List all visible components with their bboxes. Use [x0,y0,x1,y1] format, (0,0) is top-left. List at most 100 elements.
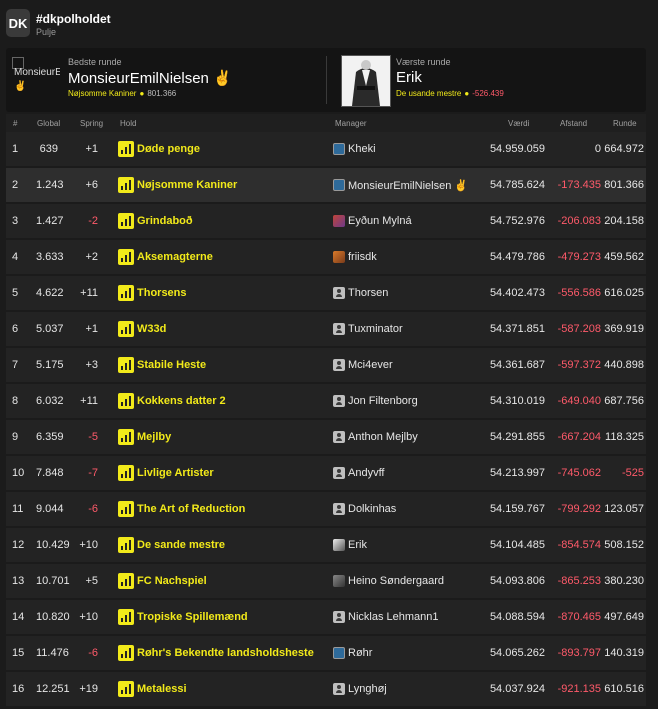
card-divider [326,56,327,104]
rank-change: +5 [85,575,98,587]
worst-round-manager[interactable]: Erik [396,69,422,86]
table-row[interactable]: 1 639 +1 Døde penge Kheki 54.959.059 0 664.972 [6,132,646,166]
manager-name[interactable]: Nicklas Lehmann1 [348,611,439,623]
team-name[interactable]: Stabile Heste [137,359,206,371]
manager-avatar-icon [333,503,345,515]
team-name[interactable]: Døde penge [137,143,200,155]
team-name[interactable]: Tropiske Spillemænd [137,611,248,623]
worst-round-card[interactable]: Værste runde Erik De usande mestre ● -526.… [329,48,646,112]
team-name[interactable]: Nøjsomme Kaniner [137,179,237,191]
manager-avatar-icon [333,683,345,695]
table-row[interactable]: 2 1.243 +6 Nøjsomme Kaniner MonsieurEmilNiel… [6,168,646,202]
team-name[interactable]: Grindaboð [137,215,193,227]
global-rank: 6.359 [36,431,64,443]
col-spring[interactable]: Spring [80,119,103,128]
table-row[interactable]: 11 9.044 -6 The Art of Reduction Dolkinhas 54… [6,492,646,526]
table-row[interactable]: 5 4.622 +11 Thorsens Thorsen 54.402.473 -556.5… [6,276,646,310]
table-row[interactable]: 6 5.037 +1 W33d Tuxminator 54.371.851 -587.208… [6,312,646,346]
best-round-team[interactable]: Nøjsomme Kaniner [68,89,136,98]
manager-name[interactable]: Andyvff [348,467,385,479]
table-row[interactable]: 10 7.848 -7 Livlige Artister Andyvff 54.213.9… [6,456,646,490]
manager-avatar-icon [333,287,345,299]
col-distance[interactable]: Afstand [560,119,587,128]
col-team[interactable]: Hold [120,119,136,128]
manager-name[interactable]: Mci4ever [348,359,393,371]
worst-round-team[interactable]: De usande mestre [396,89,461,98]
team-name[interactable]: FC Nachspiel [137,575,207,587]
team-name[interactable]: The Art of Reduction [137,503,245,515]
best-round-manager[interactable]: MonsieurEmilNielsen ✌ [68,69,232,87]
table-row[interactable]: 16 12.251 +19 Metalessi Lynghøj 54.037.924 -92… [6,672,646,706]
team-name[interactable]: De sande mestre [137,539,225,551]
team-value: 54.959.059 [489,143,545,155]
table-row[interactable]: 13 10.701 +5 FC Nachspiel Heino Søndergaard 5… [6,564,646,598]
team-name[interactable]: Røhr's Bekendte landsholdsheste [137,647,314,659]
best-round-avatar: MonsieurE ✌ [12,57,60,105]
table-row[interactable]: 9 6.359 -5 Mejlby Anthon Mejlby 54.291.855 -66… [6,420,646,454]
col-value[interactable]: Værdi [508,119,529,128]
manager-name[interactable]: Røhr [348,647,372,659]
round-highlights: MonsieurE ✌ Bedste runde MonsieurEmilNie… [6,48,646,112]
manager-name[interactable]: Heino Søndergaard [348,575,444,587]
col-round[interactable]: Runde [613,119,637,128]
team-value: 54.479.786 [489,251,545,263]
table-row[interactable]: 8 6.032 +11 Kokkens datter 2 Jon Filtenborg 5… [6,384,646,418]
rank-change: -5 [88,431,98,443]
distance: -587.208 [557,323,601,335]
col-global[interactable]: Global [37,119,60,128]
profile-photo-icon [342,56,390,106]
team-value: 54.213.997 [489,467,545,479]
table-row[interactable]: 14 10.820 +10 Tropiske Spillemænd Nicklas Le… [6,600,646,634]
manager-name[interactable]: friisdk [348,251,377,263]
manager-avatar-icon [333,359,345,371]
global-rank: 639 [39,143,58,155]
table-row[interactable]: 12 10.429 +10 De sande mestre Erik 54.104.485… [6,528,646,562]
victory-hand-icon: ✌ [14,81,27,92]
table-row[interactable]: 4 3.633 +2 Aksemagterne friisdk 54.479.786 -47… [6,240,646,274]
manager-name[interactable]: Erik [348,539,367,551]
distance: -870.465 [557,611,601,623]
manager-name[interactable]: MonsieurEmilNielsen ✌ [348,179,468,192]
rank: 3 [12,215,19,227]
team-name[interactable]: W33d [137,323,166,335]
rank-change: +10 [79,539,98,551]
best-round-card[interactable]: MonsieurE ✌ Bedste runde MonsieurEmilNie… [6,48,324,112]
manager-name[interactable]: Jon Filtenborg [348,395,418,407]
rank: 12 [12,539,25,551]
team-name[interactable]: Livlige Artister [137,467,214,479]
manager-name[interactable]: Kheki [348,143,376,155]
manager-avatar-icon [333,215,345,227]
team-chart-icon [118,429,134,445]
league-badge[interactable]: DK [6,9,30,37]
manager-name[interactable]: Thorsen [348,287,388,299]
distance: -206.083 [557,215,601,227]
manager-name[interactable]: Anthon Mejlby [348,431,418,443]
table-row[interactable]: 3 1.427 -2 Grindaboð Eyðun Mylná 54.752.976 -2… [6,204,646,238]
round-points: 369.919 [604,323,644,335]
rank: 7 [12,359,19,371]
manager-avatar-icon [333,575,345,587]
col-manager[interactable]: Manager [335,119,367,128]
manager-name[interactable]: Lynghøj [348,683,387,695]
col-rank[interactable]: # [13,119,17,128]
team-name[interactable]: Kokkens datter 2 [137,395,226,407]
global-rank: 1.427 [36,215,64,227]
manager-avatar-icon [333,143,345,155]
table-row[interactable]: 7 5.175 +3 Stabile Heste Mci4ever 54.361.687-… [6,348,646,382]
team-name[interactable]: Mejlby [137,431,171,443]
manager-name[interactable]: Eyðun Mylná [348,215,412,227]
rank: 14 [12,611,25,623]
table-row[interactable]: 15 11.476 -6 Røhr's Bekendte landsholdshest… [6,636,646,670]
manager-name[interactable]: Dolkinhas [348,503,396,515]
team-name[interactable]: Metalessi [137,683,187,695]
distance: -597.372 [557,359,601,371]
team-value: 54.037.924 [489,683,545,695]
team-name[interactable]: Thorsens [137,287,187,299]
team-name[interactable]: Aksemagterne [137,251,213,263]
rank: 9 [12,431,19,443]
team-chart-icon [118,393,134,409]
rank: 13 [12,575,25,587]
distance: -556.586 [557,287,601,299]
rank-change: +19 [79,683,98,695]
manager-name[interactable]: Tuxminator [348,323,403,335]
